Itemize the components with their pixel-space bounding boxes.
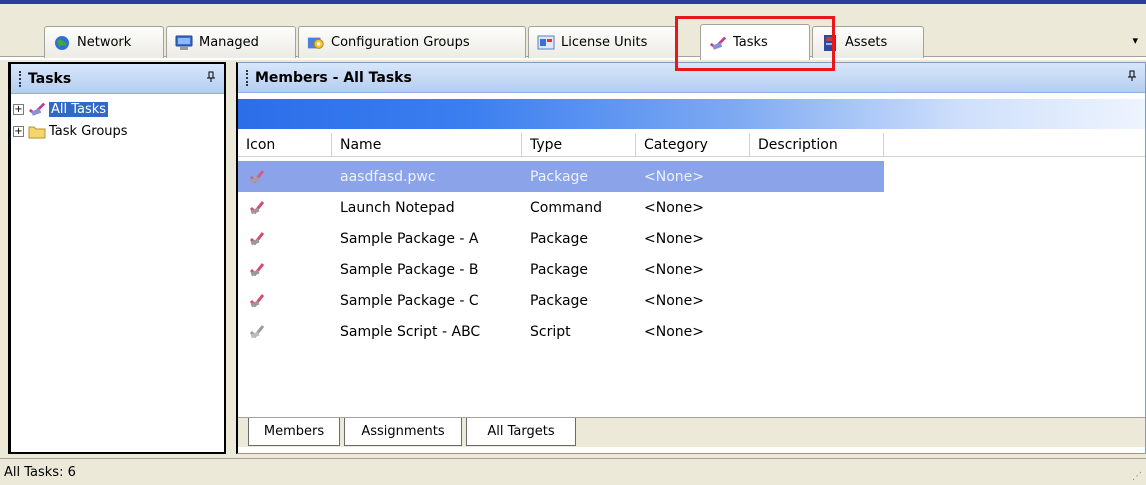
row-icon-cell bbox=[248, 161, 266, 192]
cell-type: Command bbox=[530, 199, 602, 216]
column-header-type[interactable]: Type bbox=[522, 133, 636, 157]
bottom-tab-strip: Members Assignments All Targets bbox=[238, 417, 1145, 447]
table-row[interactable]: Launch Notepad Command <None> bbox=[238, 192, 1145, 223]
tab-label: Network bbox=[77, 35, 132, 50]
grip-icon bbox=[246, 69, 249, 86]
cell-category: <None> bbox=[644, 323, 704, 340]
main-tab-strip: Network Managed Configuration Groups Lic… bbox=[0, 4, 1146, 60]
table-row[interactable]: Sample Package - B Package <None> bbox=[238, 254, 1145, 285]
tab-label: Configuration Groups bbox=[331, 35, 470, 50]
cell-category: <None> bbox=[644, 199, 704, 216]
tab-assets[interactable]: Assets bbox=[812, 26, 924, 58]
tab-label: Assets bbox=[845, 35, 888, 50]
cell-name: Sample Package - C bbox=[340, 292, 479, 309]
members-pane-header: Members - All Tasks bbox=[238, 63, 1145, 93]
tree-item-task-groups[interactable]: + Task Groups bbox=[11, 120, 224, 142]
tab-managed[interactable]: Managed bbox=[166, 26, 296, 58]
tab-all-targets[interactable]: All Targets bbox=[466, 418, 576, 446]
cell-name: Sample Script - ABC bbox=[340, 323, 481, 340]
tree-label: All Tasks bbox=[49, 101, 109, 117]
cell-category: <None> bbox=[644, 292, 704, 309]
cell-type: Package bbox=[530, 261, 589, 278]
tasks-tree-pane: Tasks + All Tasks + Task Groups bbox=[8, 62, 226, 454]
gradient-banner bbox=[238, 99, 1145, 129]
column-header-name[interactable]: Name bbox=[332, 133, 522, 157]
pane-title: Members - All Tasks bbox=[255, 69, 412, 86]
globe-icon bbox=[53, 34, 71, 52]
cell-type: Package bbox=[530, 292, 589, 309]
pane-title: Tasks bbox=[28, 70, 72, 87]
members-pane: Members - All Tasks Icon Name Type Categ… bbox=[236, 62, 1146, 454]
pin-icon[interactable] bbox=[1127, 70, 1137, 85]
tasks-icon bbox=[709, 34, 727, 52]
status-text: All Tasks: 6 bbox=[4, 464, 76, 480]
members-list: Icon Name Type Category Description aasd… bbox=[238, 133, 1145, 413]
expand-icon[interactable]: + bbox=[13, 103, 24, 115]
column-header-category[interactable]: Category bbox=[636, 133, 750, 157]
computer-icon bbox=[175, 34, 193, 52]
tasks-pane-header: Tasks bbox=[11, 64, 224, 94]
tab-assignments[interactable]: Assignments bbox=[344, 418, 462, 446]
row-icon-cell bbox=[248, 223, 266, 254]
tab-label: Managed bbox=[199, 35, 259, 50]
cell-type: Package bbox=[530, 230, 589, 247]
resize-grip-icon[interactable]: ⋰ bbox=[1132, 471, 1142, 482]
list-rows: aasdfasd.pwc Package <None> Launch Notep… bbox=[238, 161, 1145, 347]
list-header: Icon Name Type Category Description bbox=[238, 133, 1145, 157]
task-package-icon bbox=[248, 168, 266, 186]
task-tree: + All Tasks + Task Groups bbox=[11, 98, 224, 142]
column-header-description[interactable]: Description bbox=[750, 133, 884, 157]
status-bar: All Tasks: 6 ⋰ bbox=[0, 458, 1146, 485]
tab-members[interactable]: Members bbox=[248, 418, 340, 446]
grip-icon bbox=[19, 70, 22, 87]
task-script-icon bbox=[248, 323, 266, 341]
tab-overflow-icon[interactable]: ▾ bbox=[1132, 34, 1138, 47]
table-row[interactable]: Sample Package - C Package <None> bbox=[238, 285, 1145, 316]
row-icon-cell bbox=[248, 316, 266, 347]
cell-category: <None> bbox=[644, 261, 704, 278]
row-icon-cell bbox=[248, 254, 266, 285]
table-row[interactable]: aasdfasd.pwc Package <None> bbox=[238, 161, 1145, 192]
task-package-icon bbox=[248, 199, 266, 217]
tab-label: License Units bbox=[561, 35, 648, 50]
cell-name: Launch Notepad bbox=[340, 199, 455, 216]
task-package-icon bbox=[248, 261, 266, 279]
tree-item-all-tasks[interactable]: + All Tasks bbox=[11, 98, 224, 120]
tree-label: Task Groups bbox=[49, 123, 128, 139]
tab-network[interactable]: Network bbox=[44, 26, 164, 58]
row-icon-cell bbox=[248, 192, 266, 223]
tab-license-units[interactable]: License Units bbox=[528, 26, 678, 58]
row-icon-cell bbox=[248, 285, 266, 316]
cell-name: Sample Package - B bbox=[340, 261, 479, 278]
config-groups-icon bbox=[307, 34, 325, 52]
tab-configuration-groups[interactable]: Configuration Groups bbox=[298, 26, 526, 58]
cell-category: <None> bbox=[644, 230, 704, 247]
tab-label: Tasks bbox=[733, 35, 768, 50]
cell-type: Package bbox=[530, 168, 589, 185]
task-package-icon bbox=[248, 292, 266, 310]
license-units-icon bbox=[537, 34, 555, 52]
cell-category: <None> bbox=[644, 168, 704, 185]
cell-type: Script bbox=[530, 323, 571, 340]
expand-icon[interactable]: + bbox=[13, 125, 24, 137]
table-row[interactable]: Sample Package - A Package <None> bbox=[238, 223, 1145, 254]
column-header-icon[interactable]: Icon bbox=[238, 133, 332, 157]
table-row[interactable]: Sample Script - ABC Script <None> bbox=[238, 316, 1145, 347]
folder-icon bbox=[28, 122, 46, 140]
tasks-icon bbox=[28, 100, 46, 118]
cell-name: Sample Package - A bbox=[340, 230, 479, 247]
cell-name: aasdfasd.pwc bbox=[340, 168, 436, 185]
task-package-icon bbox=[248, 230, 266, 248]
tab-tasks[interactable]: Tasks bbox=[700, 24, 810, 60]
pin-icon[interactable] bbox=[206, 71, 216, 86]
assets-icon bbox=[821, 34, 839, 52]
